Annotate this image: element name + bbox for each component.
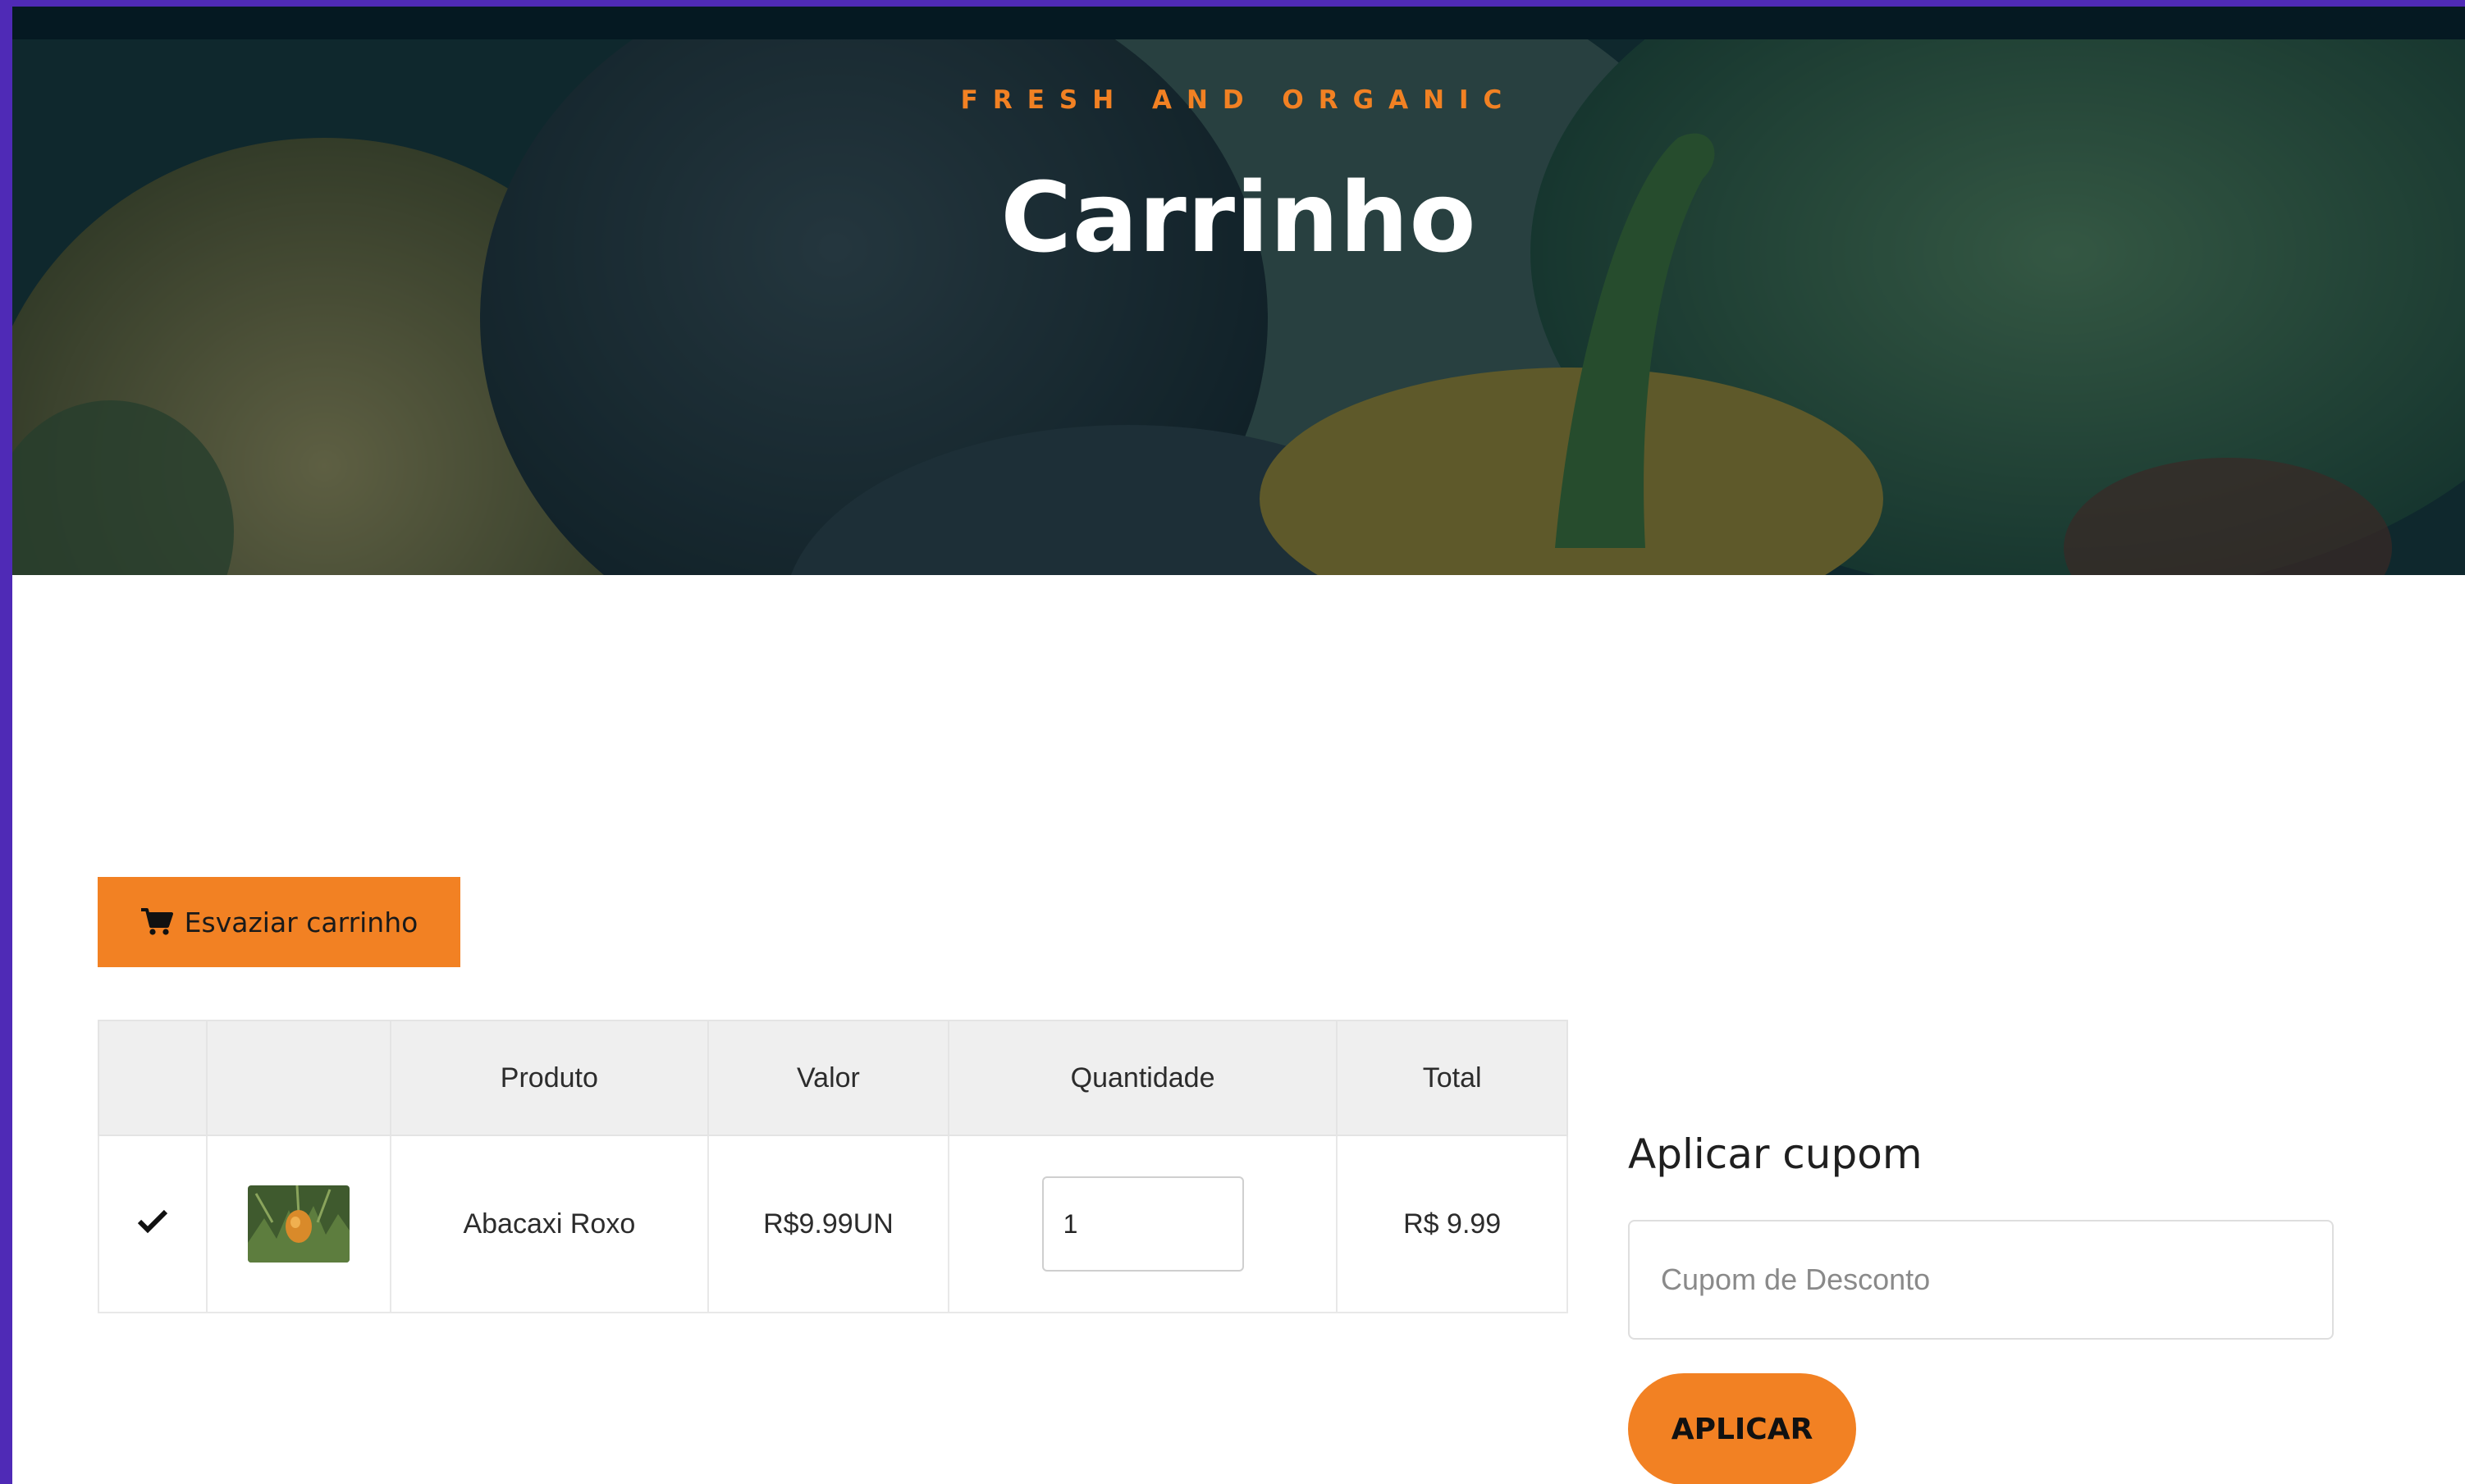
coupon-title: Aplicar cupom bbox=[1628, 1130, 1923, 1178]
page-title: Carrinho bbox=[1000, 161, 1477, 274]
page: FRESH AND ORGANIC Carrinho Esvaziar carr… bbox=[12, 7, 2465, 1484]
header-quantity: Quantidade bbox=[947, 1020, 1338, 1136]
row-select-cell[interactable] bbox=[98, 1135, 208, 1313]
row-total: R$ 9.99 bbox=[1336, 1135, 1568, 1313]
header-select bbox=[98, 1020, 208, 1136]
row-quantity-cell bbox=[947, 1135, 1338, 1313]
cart-icon bbox=[140, 907, 173, 937]
top-navbar bbox=[12, 7, 2465, 39]
hero-overlay bbox=[12, 39, 2465, 575]
apply-coupon-button[interactable]: APLICAR bbox=[1628, 1373, 1856, 1484]
row-image-cell bbox=[205, 1135, 391, 1313]
header-total: Total bbox=[1336, 1020, 1568, 1136]
header-image bbox=[205, 1020, 391, 1136]
table-row: Abacaxi Roxo R$9.99UN R$ 9.99 bbox=[98, 1135, 1568, 1313]
quantity-input[interactable] bbox=[1041, 1176, 1244, 1272]
header-product: Produto bbox=[389, 1020, 710, 1136]
hero-subtitle: FRESH AND ORGANIC bbox=[960, 85, 1517, 115]
cart-table: Produto Valor Quantidade Total Abacaxi R… bbox=[98, 1020, 1568, 1313]
product-thumbnail bbox=[247, 1185, 350, 1263]
hero-banner: FRESH AND ORGANIC Carrinho bbox=[12, 39, 2465, 575]
header-price: Valor bbox=[707, 1020, 949, 1136]
table-header-row: Produto Valor Quantidade Total bbox=[98, 1020, 1568, 1136]
check-icon[interactable] bbox=[137, 1208, 168, 1234]
empty-cart-button[interactable]: Esvaziar carrinho bbox=[98, 877, 460, 967]
empty-cart-label: Esvaziar carrinho bbox=[184, 906, 418, 938]
coupon-input[interactable] bbox=[1628, 1220, 2334, 1340]
row-product-name: Abacaxi Roxo bbox=[389, 1135, 710, 1313]
row-price: R$9.99UN bbox=[707, 1135, 949, 1313]
